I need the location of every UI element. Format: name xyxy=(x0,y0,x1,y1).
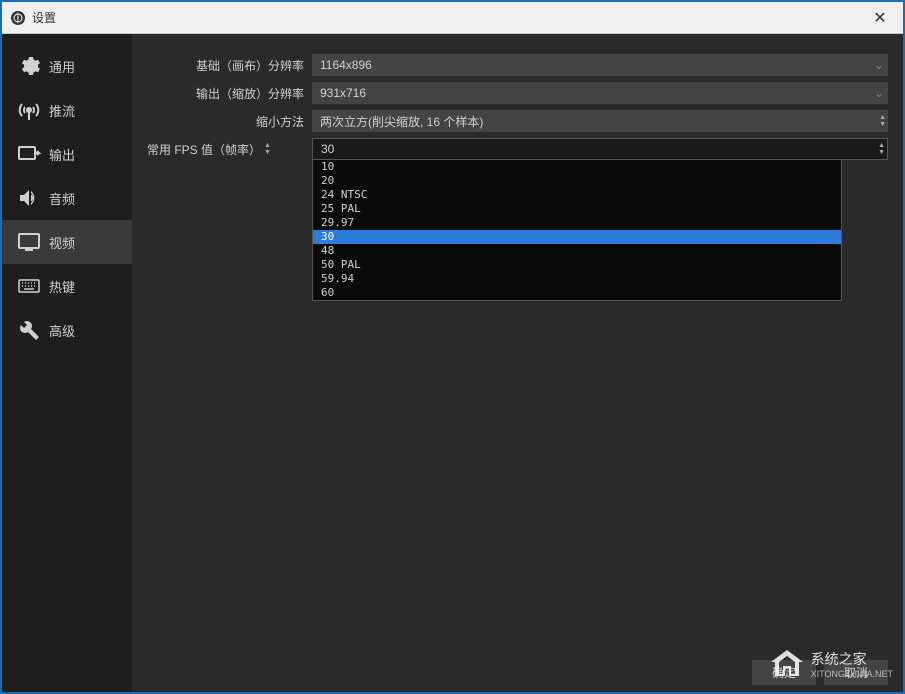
watermark: 系统之家 XITONGZHIJIA.NET xyxy=(769,646,893,682)
downscale-select[interactable]: 两次立方(削尖缩放, 16 个样本) ▲▼ xyxy=(312,110,888,132)
fps-option[interactable]: 20 xyxy=(313,174,841,188)
output-resolution-label: 输出（缩放）分辨率 xyxy=(147,85,312,102)
sidebar: 通用 推流 输出 音频 视频 xyxy=(2,34,132,692)
broadcast-icon xyxy=(17,98,41,122)
sidebar-item-label: 音频 xyxy=(49,189,75,208)
sidebar-item-stream[interactable]: 推流 xyxy=(2,88,132,132)
video-icon xyxy=(17,230,41,254)
sidebar-item-label: 高级 xyxy=(49,321,75,340)
watermark-sub: XITONGZHIJIA.NET xyxy=(811,669,893,679)
sidebar-item-label: 通用 xyxy=(49,57,75,76)
audio-icon xyxy=(17,186,41,210)
downscale-label: 缩小方法 xyxy=(147,113,312,130)
sidebar-item-output[interactable]: 输出 xyxy=(2,132,132,176)
sidebar-item-audio[interactable]: 音频 xyxy=(2,176,132,220)
downscale-value: 两次立方(削尖缩放, 16 个样本) xyxy=(320,113,483,130)
base-resolution-select[interactable]: 1164x896 ⌄ xyxy=(312,54,888,76)
output-icon xyxy=(17,142,41,166)
fps-row: 常用 FPS 值（帧率） ▲▼ 30 ▲▼ xyxy=(147,138,888,160)
fps-option[interactable]: 48 xyxy=(313,244,841,258)
fps-option[interactable]: 29.97 xyxy=(313,216,841,230)
sidebar-item-hotkeys[interactable]: 热键 xyxy=(2,264,132,308)
sidebar-item-video[interactable]: 视频 xyxy=(2,220,132,264)
spinner-icon: ▲▼ xyxy=(878,139,885,159)
watermark-text: 系统之家 xyxy=(811,651,867,667)
fps-value: 30 xyxy=(321,142,334,156)
fps-option[interactable]: 25 PAL xyxy=(313,202,841,216)
keyboard-icon xyxy=(17,274,41,298)
base-resolution-value: 1164x896 xyxy=(320,58,372,72)
base-resolution-label: 基础（画布）分辨率 xyxy=(147,57,312,74)
fps-option[interactable]: 60 xyxy=(313,286,841,300)
base-resolution-row: 基础（画布）分辨率 1164x896 ⌄ xyxy=(147,54,888,76)
gear-icon xyxy=(17,54,41,78)
watermark-text-wrap: 系统之家 XITONGZHIJIA.NET xyxy=(811,649,893,679)
sidebar-item-general[interactable]: 通用 xyxy=(2,44,132,88)
fps-dropdown[interactable]: 10 20 24 NTSC 25 PAL 29.97 30 48 50 PAL … xyxy=(312,159,842,301)
sidebar-item-label: 推流 xyxy=(49,101,75,120)
output-resolution-value: 931x716 xyxy=(320,86,366,100)
sidebar-item-label: 视频 xyxy=(49,233,75,252)
house-icon xyxy=(769,646,805,682)
spinner-icon: ▲▼ xyxy=(879,110,886,132)
main-panel: 基础（画布）分辨率 1164x896 ⌄ 输出（缩放）分辨率 931x716 ⌄… xyxy=(132,34,903,692)
app-icon xyxy=(10,10,26,26)
fps-select[interactable]: 30 ▲▼ xyxy=(312,138,888,160)
titlebar: 设置 ✕ xyxy=(2,2,903,34)
fps-option[interactable]: 24 NTSC xyxy=(313,188,841,202)
fps-label: 常用 FPS 值（帧率） xyxy=(147,141,261,158)
window-title: 设置 xyxy=(32,9,865,26)
sidebar-item-label: 输出 xyxy=(49,145,75,164)
sidebar-item-advanced[interactable]: 高级 xyxy=(2,308,132,352)
fps-option[interactable]: 10 xyxy=(313,160,841,174)
fps-option[interactable]: 50 PAL xyxy=(313,258,841,272)
close-button[interactable]: ✕ xyxy=(865,3,895,33)
downscale-row: 缩小方法 两次立方(削尖缩放, 16 个样本) ▲▼ xyxy=(147,110,888,132)
chevron-down-icon: ⌄ xyxy=(874,58,884,72)
output-resolution-select[interactable]: 931x716 ⌄ xyxy=(312,82,888,104)
chevron-down-icon: ⌄ xyxy=(874,86,884,100)
tools-icon xyxy=(17,318,41,342)
fps-option[interactable]: 30 xyxy=(313,230,841,244)
fps-label-wrap: 常用 FPS 值（帧率） ▲▼ xyxy=(147,141,312,158)
fps-type-spinner[interactable]: ▲▼ xyxy=(264,142,271,156)
output-resolution-row: 输出（缩放）分辨率 931x716 ⌄ xyxy=(147,82,888,104)
content: 通用 推流 输出 音频 视频 xyxy=(2,34,903,692)
sidebar-item-label: 热键 xyxy=(49,277,75,296)
fps-option[interactable]: 59.94 xyxy=(313,272,841,286)
